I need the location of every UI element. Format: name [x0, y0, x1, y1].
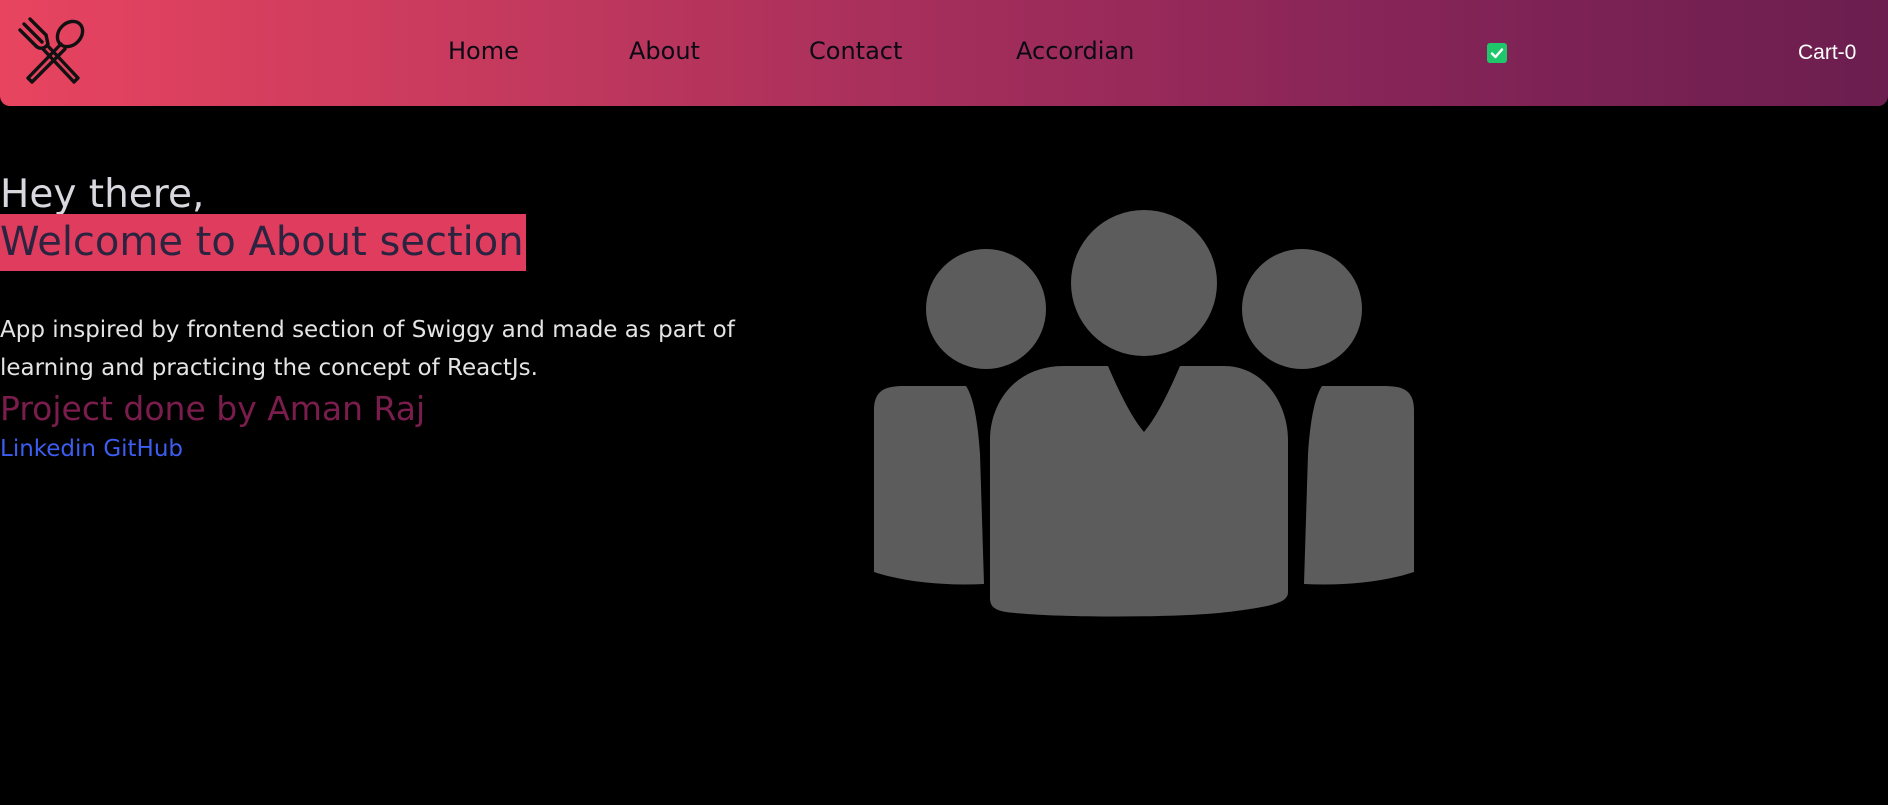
about-page: Home About Contact Accordian Cart-0 Hey …: [0, 0, 1888, 805]
fork-spoon-icon[interactable]: [16, 14, 92, 90]
team-people-icon: [874, 208, 1414, 626]
nav-about-link[interactable]: About: [629, 36, 700, 66]
social-links: Linkedin GitHub: [0, 434, 183, 464]
welcome-heading: Welcome to About section: [0, 214, 526, 271]
nav-contact-link[interactable]: Contact: [809, 36, 902, 66]
top-navbar: Home About Contact Accordian Cart-0: [0, 0, 1888, 106]
nav-home-link[interactable]: Home: [448, 36, 519, 66]
checkbox-checked-icon[interactable]: [1487, 43, 1507, 63]
about-description: App inspired by frontend section of Swig…: [0, 317, 735, 381]
greeting-heading: Hey there,: [0, 172, 205, 217]
github-link[interactable]: GitHub: [103, 436, 183, 462]
project-credit: Project done by Aman Raj: [0, 389, 426, 428]
cart-link[interactable]: Cart-0: [1798, 40, 1856, 66]
nav-accordian-link[interactable]: Accordian: [1016, 36, 1134, 66]
linkedin-link[interactable]: Linkedin: [0, 436, 96, 462]
